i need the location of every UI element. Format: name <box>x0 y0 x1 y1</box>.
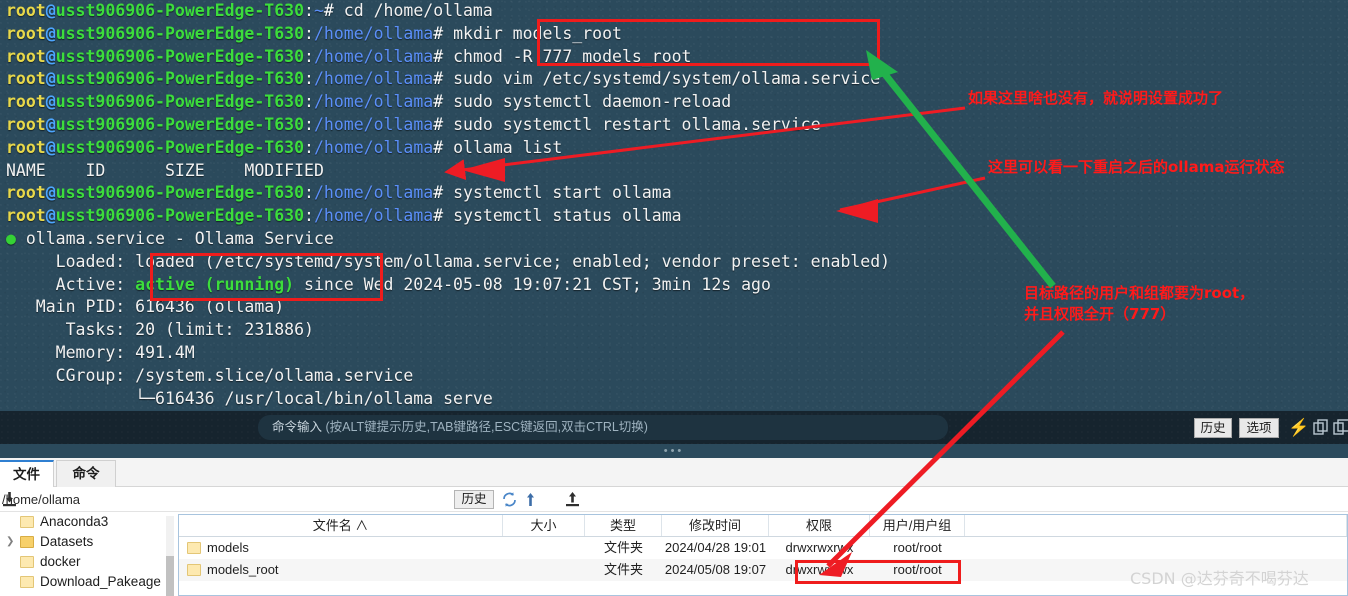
terminal-active-line: Active: active (running) since Wed 2024-… <box>6 274 771 294</box>
terminal-output-line: Tasks: 20 (limit: 231886) <box>6 320 314 340</box>
file-name-label: models <box>207 540 249 555</box>
refresh-icon[interactable] <box>500 490 519 509</box>
tree-item-docker[interactable]: docker <box>0 552 176 572</box>
command-input-label: 命令输入 <box>272 420 323 434</box>
terminal-history-button[interactable]: 历史 <box>1194 418 1232 438</box>
copy-icon[interactable] <box>1310 417 1332 439</box>
terminal-output-line: Main PID: 616436 (ollama) <box>6 297 285 317</box>
annotation-success-note: 如果这里啥也没有，就说明设置成功了 <box>968 89 1224 107</box>
terminal-prompt-line: root@usst906906-PowerEdge-T630:/home/oll… <box>6 23 622 43</box>
tree-item-label: Datasets <box>40 534 94 549</box>
terminal-output-line: Loaded: loaded (/etc/systemd/system/olla… <box>6 251 891 271</box>
file-owner-cell: root/root <box>893 562 942 577</box>
file-mtime-cell: 2024/05/08 19:07 <box>664 562 767 577</box>
download-icon[interactable] <box>0 490 19 509</box>
column-header-1[interactable]: 大小 <box>503 515 585 536</box>
file-size-cell <box>503 559 585 581</box>
tree-item-datasets[interactable]: ❯ Datasets <box>0 532 176 552</box>
upload-icon[interactable] <box>563 490 582 509</box>
tree-scrollbar-thumb[interactable] <box>166 556 174 596</box>
folder-icon <box>187 542 201 554</box>
terminal-output-line: CGroup: /system.slice/ollama.service <box>6 365 414 385</box>
terminal-prompt-line: root@usst906906-PowerEdge-T630:/home/oll… <box>6 92 732 112</box>
terminal-prompt-line: root@usst906906-PowerEdge-T630:/home/oll… <box>6 114 821 134</box>
column-header-0[interactable]: 文件名 ∧ <box>179 515 503 536</box>
file-manager-tabs: 文件 命令 <box>0 460 1348 487</box>
paste-icon[interactable] <box>1330 417 1348 439</box>
column-header-3[interactable]: 修改时间 <box>662 515 769 536</box>
file-size-cell <box>503 537 585 559</box>
tree-item-label: docker <box>40 554 81 569</box>
file-history-button[interactable]: 历史 <box>454 490 494 509</box>
panel-splitter[interactable]: ••• <box>0 444 1348 458</box>
file-permission-cell: drwxrwxrwx <box>785 562 854 577</box>
terminal-output-line: Memory: 491.4M <box>6 342 195 362</box>
annotation-status-note: 这里可以看一下重启之后的ollama运行状态 <box>988 158 1285 176</box>
terminal-prompt-line: root@usst906906-PowerEdge-T630:/home/oll… <box>6 69 881 89</box>
terminal-prompt-line: root@usst906906-PowerEdge-T630:/home/oll… <box>6 137 563 157</box>
column-header-5[interactable]: 用户/用户组 <box>870 515 965 536</box>
file-type-cell: 文件夹 <box>603 540 643 555</box>
tree-item-label: Download_Pakeage <box>40 574 161 589</box>
annotation-permission-note-line2: 并且权限全开（777） <box>1024 305 1176 323</box>
terminal-prompt-line: root@usst906906-PowerEdge-T630:~# cd /ho… <box>6 1 493 20</box>
command-input-bar[interactable]: 命令输入 (按ALT键提示历史,TAB键路径,ESC键返回,双击CTRL切换) … <box>0 411 1348 444</box>
folder-icon <box>20 536 34 548</box>
terminal-output: root@usst906906-PowerEdge-T630:~# cd /ho… <box>6 0 890 410</box>
table-row[interactable]: models 文件夹 2024/04/28 19:01 drwxrwxrwx root/… <box>179 537 1347 559</box>
command-input[interactable]: 命令输入 (按ALT键提示历史,TAB键路径,ESC键返回,双击CTRL切换) <box>258 415 948 440</box>
command-input-hint: (按ALT键提示历史,TAB键路径,ESC键返回,双击CTRL切换) <box>322 420 648 434</box>
column-header-4[interactable]: 权限 <box>769 515 870 536</box>
annotation-permission-note-line1: 目标路径的用户和组都要为root， <box>1024 284 1255 302</box>
file-manager-pathbar: /home/ollama 历史 <box>0 487 1348 512</box>
folder-icon <box>187 564 201 576</box>
screen-root: root@usst906906-PowerEdge-T630:~# cd /ho… <box>0 0 1348 596</box>
terminal-prompt-line: root@usst906906-PowerEdge-T630:/home/oll… <box>6 206 682 226</box>
up-icon[interactable] <box>521 490 540 509</box>
terminal-panel[interactable]: root@usst906906-PowerEdge-T630:~# cd /ho… <box>0 0 1348 411</box>
tree-item-anaconda3[interactable]: Anaconda3 <box>0 512 176 532</box>
file-permission-cell: drwxrwxrwx <box>785 540 854 555</box>
chevron-right-icon[interactable]: ❯ <box>6 532 16 552</box>
directory-tree[interactable]: Anaconda3 ❯ Datasets docker Download_Pakeage <box>0 512 176 596</box>
terminal-prompt-line: root@usst906906-PowerEdge-T630:/home/oll… <box>6 46 692 66</box>
tab-files[interactable]: 文件 <box>0 460 54 487</box>
folder-icon <box>20 576 34 588</box>
terminal-prompt-line: root@usst906906-PowerEdge-T630:/home/oll… <box>6 183 672 203</box>
terminal-options-button[interactable]: 选项 <box>1239 418 1279 438</box>
file-name-cell: models <box>179 537 503 559</box>
file-name-cell: models_root <box>179 559 503 581</box>
folder-icon <box>20 556 34 568</box>
file-type-cell: 文件夹 <box>603 562 643 577</box>
column-header-2[interactable]: 类型 <box>585 515 662 536</box>
column-header-filler <box>965 515 1347 536</box>
folder-icon <box>20 516 34 528</box>
splitter-grip: ••• <box>663 445 685 457</box>
terminal-output-line: NAME ID SIZE MODIFIED <box>6 160 324 180</box>
tab-commands[interactable]: 命令 <box>56 460 116 487</box>
file-owner-cell: root/root <box>893 540 942 555</box>
row-filler <box>965 537 1347 559</box>
file-name-label: models_root <box>207 562 279 577</box>
file-mtime-cell: 2024/04/28 19:01 <box>664 540 767 555</box>
bolt-icon[interactable]: ⚡ <box>1288 417 1310 439</box>
terminal-service-header: ● ollama.service - Ollama Service <box>6 228 334 248</box>
tree-item-label: Anaconda3 <box>40 514 109 529</box>
file-list-header: 文件名 ∧ 大小 类型 修改时间 权限 用户/用户组 <box>179 515 1347 537</box>
tree-item-download_pakeage[interactable]: Download_Pakeage <box>0 572 176 592</box>
terminal-output-line: └─616436 /usr/local/bin/ollama serve <box>6 388 493 408</box>
csdn-watermark: CSDN @达芬奇不喝芬达 <box>1130 569 1309 588</box>
